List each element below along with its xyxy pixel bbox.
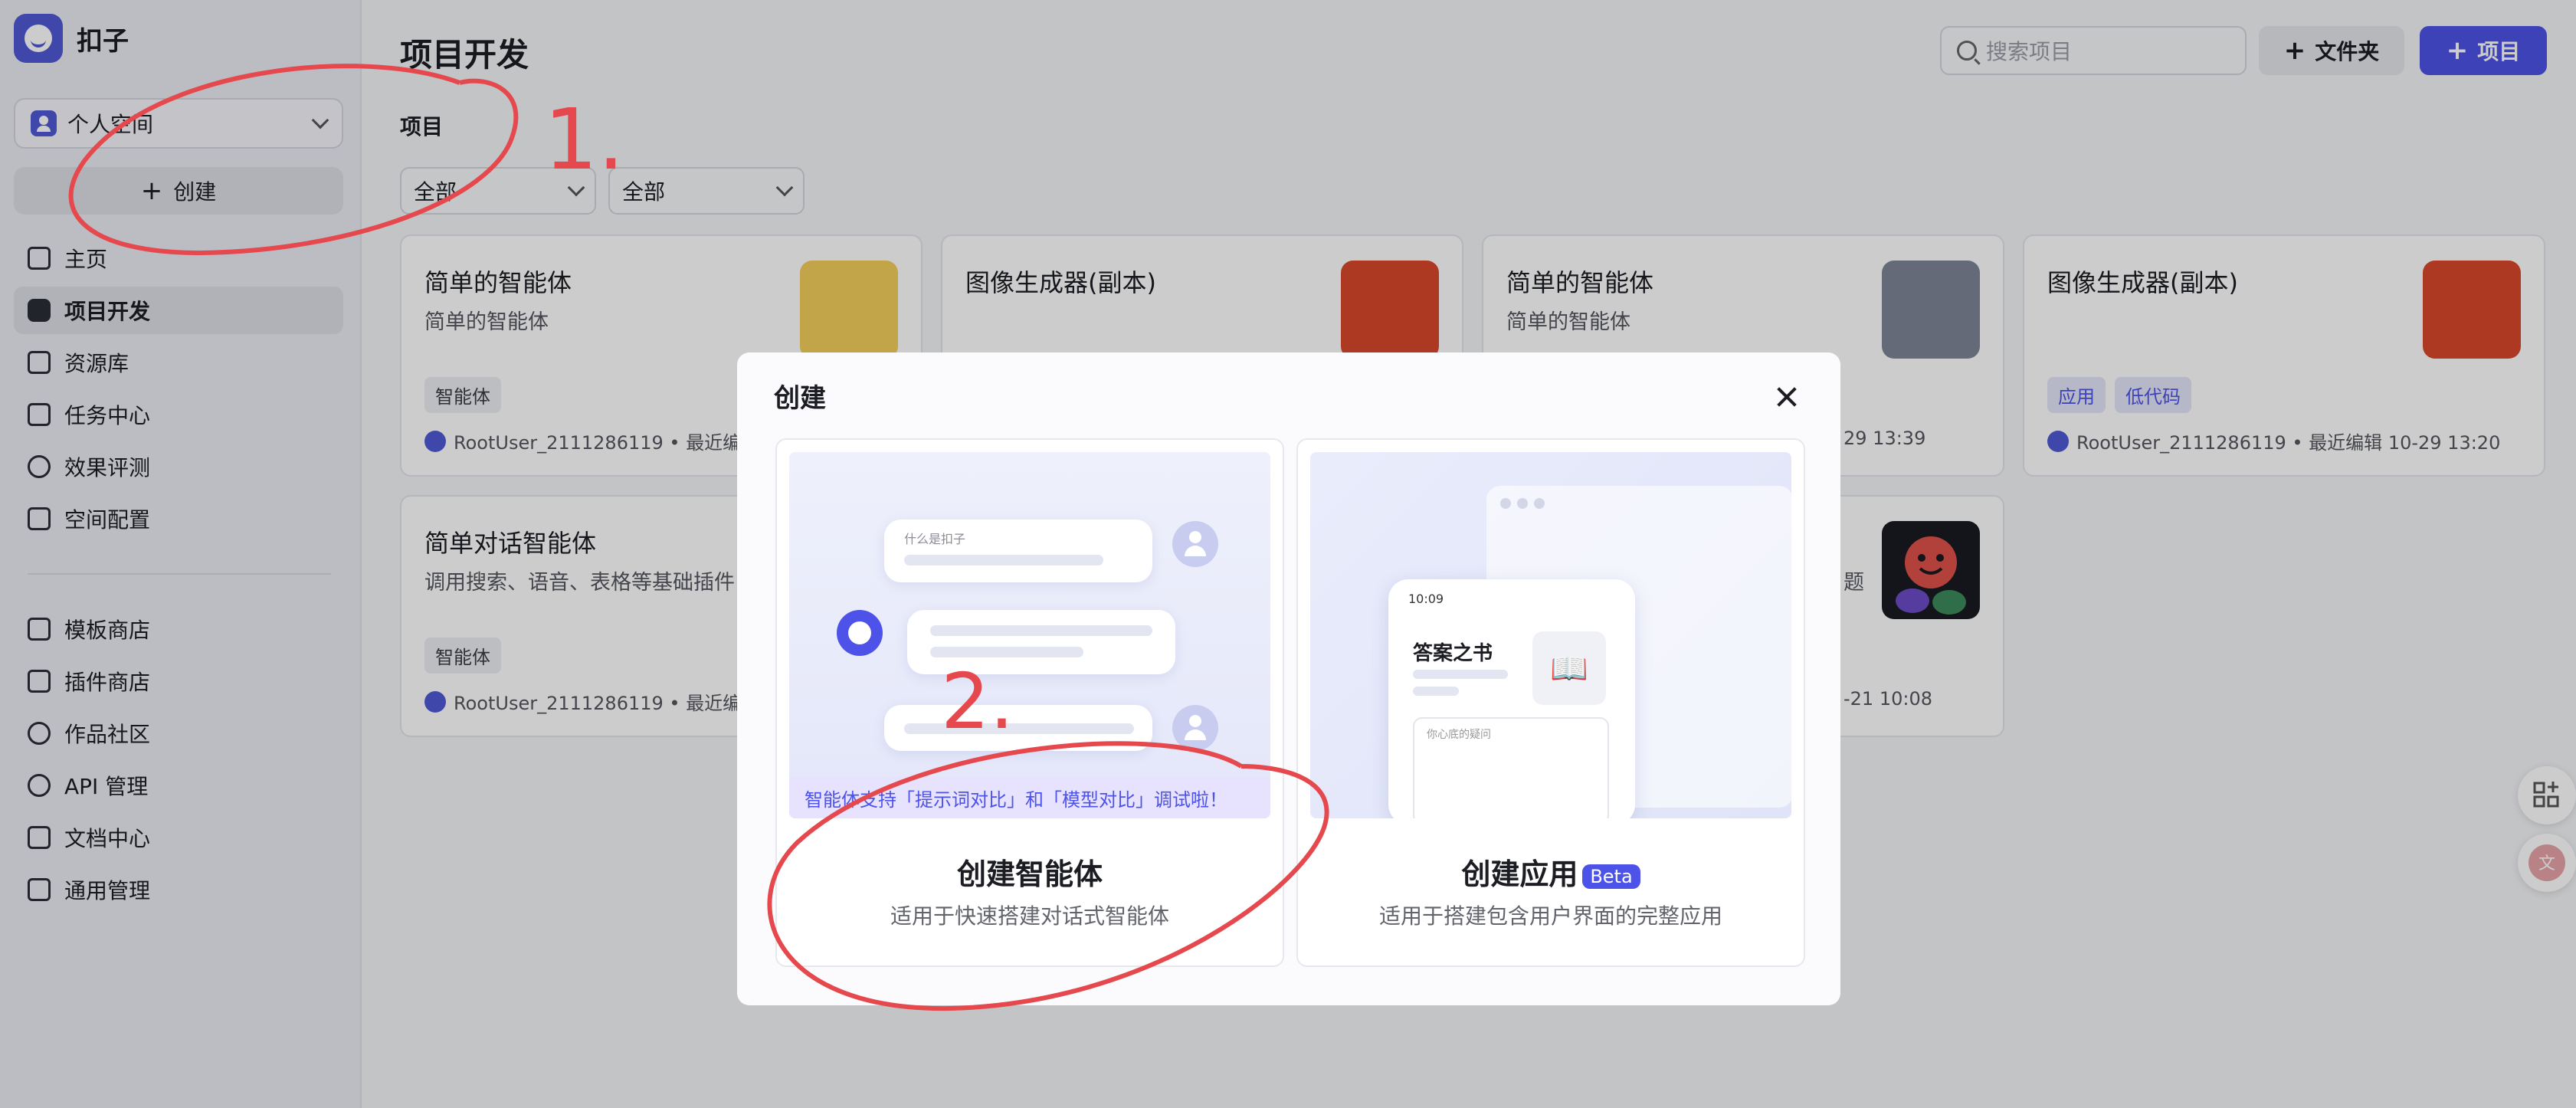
phone-book-title: 答案之书 — [1413, 642, 1493, 665]
window-dots — [1500, 498, 1545, 509]
create-agent-option[interactable]: 什么是扣子 智能体支持「提示词对比」和「模型对比」调试啦！ 创建智能体 适用于快… — [775, 438, 1284, 967]
question-input: 你心底的疑问 — [1413, 717, 1609, 818]
text-bar — [1413, 670, 1508, 679]
question-placeholder: 你心底的疑问 — [1427, 729, 1491, 741]
option-subtitle: 适用于搭建包含用户界面的完整应用 — [1378, 903, 1722, 929]
text-bar — [1413, 687, 1459, 696]
user-avatar-icon — [1172, 521, 1218, 567]
create-dialog: 创建 什么是扣子 智能体支持「提示词对比」和「模型对比」调试啦！ 创建智能体 适… — [737, 352, 1840, 1005]
bubble-text: 什么是扣子 — [904, 532, 966, 546]
option-subtitle: 适用于快速搭建对话式智能体 — [890, 903, 1169, 929]
text-bar — [904, 723, 1134, 734]
chat-bubble — [907, 610, 1175, 674]
chat-bubble: 什么是扣子 — [884, 520, 1152, 582]
agent-illustration: 什么是扣子 智能体支持「提示词对比」和「模型对比」调试啦！ — [789, 452, 1270, 818]
bot-avatar-icon — [837, 610, 883, 656]
beta-badge: Beta — [1582, 864, 1640, 889]
phone-mockup: 10:09 答案之书 📖 你心底的疑问 — [1388, 579, 1635, 818]
dialog-title: 创建 — [774, 383, 826, 414]
app-window: 扣子 个人空间 + 创建 主页 项目开发 资源库 任务中心 效果评测 空间配置 … — [0, 0, 2576, 1108]
phone-time: 10:09 — [1408, 592, 1444, 606]
promo-banner: 智能体支持「提示词对比」和「模型对比」调试啦！ — [789, 777, 1270, 818]
app-illustration: 答案之书 10:09 答案之书 📖 你心底的疑问 — [1310, 452, 1791, 818]
option-title-text: 创建应用 — [1461, 857, 1578, 891]
close-icon[interactable] — [1771, 382, 1802, 412]
user-avatar-icon — [1172, 705, 1218, 751]
text-bar — [930, 647, 1083, 657]
chat-bubble — [884, 705, 1152, 751]
text-bar — [930, 625, 1152, 636]
book-icon: 📖 — [1532, 631, 1606, 705]
create-app-option[interactable]: 答案之书 10:09 答案之书 📖 你心底的疑问 创建应用Beta 适用于搭建包… — [1296, 438, 1805, 967]
option-title: 创建智能体 — [956, 857, 1103, 891]
option-title: 创建应用 Beta — [1298, 851, 1804, 893]
text-bar — [904, 555, 1103, 565]
